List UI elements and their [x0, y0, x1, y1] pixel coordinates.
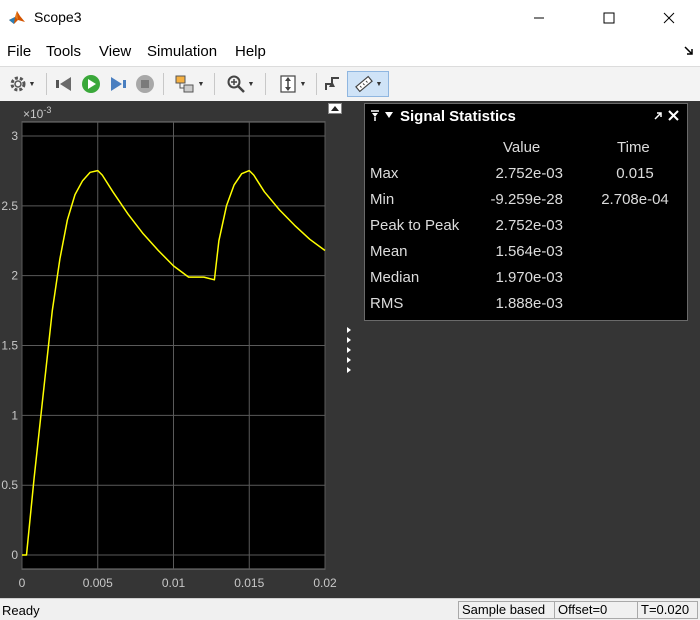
header-time: Time: [617, 139, 650, 156]
status-ready: Ready: [2, 603, 40, 618]
status-offset: Offset=0: [554, 601, 638, 619]
step-forward-button[interactable]: [106, 71, 130, 97]
multiplier-exponent: -3: [43, 105, 51, 115]
x-tick-label: 0: [19, 576, 26, 590]
toolbar-separator: [316, 73, 317, 95]
step-back-button[interactable]: [52, 71, 76, 97]
toolbar-separator: [46, 73, 47, 95]
signal-statistics-table: Value Time Max 2.752e-03 0.015 Min -9.259e-2…: [365, 130, 687, 320]
stat-value: 2.752e-03: [495, 217, 563, 234]
highlight-block-icon: [175, 75, 194, 93]
highlight-block-button[interactable]: ▼: [170, 71, 208, 97]
stat-label: Median: [370, 269, 420, 286]
y-tick-label: 2: [11, 269, 18, 283]
y-tick-label: 2.5: [1, 199, 18, 213]
status-time: T=0.020: [637, 601, 698, 619]
stat-label: RMS: [370, 295, 404, 312]
minimize-button[interactable]: [516, 0, 562, 36]
stat-value: -9.259e-28: [490, 191, 563, 208]
stat-time: 2.708e-04: [601, 191, 669, 208]
triggers-button[interactable]: [321, 71, 345, 97]
zoom-icon: [227, 75, 245, 93]
minimize-icon: [534, 17, 544, 19]
scope-display-area: 0 0.5 1 1.5 2 2.5 3 0 0.005 0.01 0.015 0.02 ×10-3 Si…: [0, 101, 700, 598]
scope-plot[interactable]: 0 0.5 1 1.5 2 2.5 3 0 0.005 0.01 0.015 0.02 ×10-3: [0, 101, 360, 598]
gear-icon: [10, 76, 26, 92]
menu-help[interactable]: Help: [235, 43, 266, 60]
status-bar: Ready Sample based Offset=0 T=0.020: [0, 598, 700, 620]
title-bar: Scope3: [0, 0, 700, 36]
stat-label: Peak to Peak: [370, 217, 460, 234]
toolbar-separator: [214, 73, 215, 95]
step-back-icon: [56, 77, 71, 91]
scale-axes-icon: [279, 75, 296, 93]
y-tick-label: 3: [11, 129, 18, 143]
x-tick-label: 0.015: [234, 576, 264, 590]
close-icon[interactable]: [668, 110, 679, 121]
toolbar-separator: [163, 73, 164, 95]
stat-label: Max: [370, 165, 399, 182]
chevron-down-icon: ▼: [375, 80, 383, 88]
x-tick-label: 0.01: [162, 576, 186, 590]
stat-label: Mean: [370, 243, 408, 260]
stat-value: 1.564e-03: [495, 243, 563, 260]
triggers-icon: [325, 77, 339, 90]
menu-down-arrow-icon[interactable]: [384, 110, 394, 120]
x-tick-label: 0.02: [313, 576, 337, 590]
chevron-down-icon: ▼: [247, 80, 255, 88]
configuration-button[interactable]: ▼: [4, 71, 40, 97]
multiplier-base: ×10: [23, 107, 44, 121]
y-tick-label: 1: [11, 408, 18, 422]
close-button[interactable]: [646, 0, 692, 36]
toolbar: ▼ ▼ ▼ ▼ ▼: [0, 66, 700, 102]
chevron-down-icon: ▼: [197, 80, 205, 88]
scale-axes-button[interactable]: ▼: [272, 71, 312, 97]
step-forward-icon: [111, 77, 126, 91]
window-title: Scope3: [34, 9, 82, 25]
close-icon: [663, 12, 675, 24]
menu-simulation[interactable]: Simulation: [147, 43, 217, 60]
stop-button[interactable]: [133, 71, 157, 97]
undock-menu-icon[interactable]: [684, 46, 694, 56]
run-icon: [82, 75, 100, 93]
toolbar-separator: [265, 73, 266, 95]
y-tick-label: 1.5: [1, 339, 18, 353]
menu-bar: File Tools View Simulation Help: [0, 40, 700, 64]
menu-tools[interactable]: Tools: [46, 43, 81, 60]
expand-icon[interactable]: [328, 103, 342, 114]
zoom-button[interactable]: ▼: [221, 71, 259, 97]
panel-collapse-arrows[interactable]: [345, 326, 353, 381]
measurements-button[interactable]: ▼: [347, 71, 389, 97]
stat-value: 1.888e-03: [495, 295, 563, 312]
measurements-icon: [354, 75, 373, 93]
signal-statistics-title: Signal Statistics: [400, 108, 516, 125]
arrow-right-icon: [347, 327, 351, 373]
menu-view[interactable]: View: [99, 43, 131, 60]
stat-value: 1.970e-03: [495, 269, 563, 286]
y-tick-label: 0.5: [1, 478, 18, 492]
pin-icon[interactable]: [370, 110, 380, 122]
y-axis-multiplier: ×10-3: [23, 105, 51, 121]
matlab-logo-icon: [9, 11, 25, 24]
x-tick-label: 0.005: [83, 576, 113, 590]
chevron-down-icon: ▼: [28, 80, 36, 88]
stat-value: 2.752e-03: [495, 165, 563, 182]
maximize-button[interactable]: [586, 0, 632, 36]
stat-label: Min: [370, 191, 395, 208]
signal-statistics-panel: Signal Statistics Value Time Max 2.752e-0…: [364, 103, 688, 321]
stop-icon: [136, 75, 154, 93]
chevron-down-icon: ▼: [299, 80, 307, 88]
header-value: Value: [503, 139, 541, 156]
status-mode: Sample based: [458, 601, 555, 619]
stat-time: 0.015: [616, 165, 654, 182]
signal-statistics-header: Signal Statistics: [365, 104, 687, 128]
menu-file[interactable]: File: [7, 43, 31, 60]
run-button[interactable]: [79, 71, 103, 97]
y-tick-label: 0: [11, 548, 18, 562]
maximize-icon: [603, 12, 615, 24]
undock-icon[interactable]: [653, 111, 663, 121]
